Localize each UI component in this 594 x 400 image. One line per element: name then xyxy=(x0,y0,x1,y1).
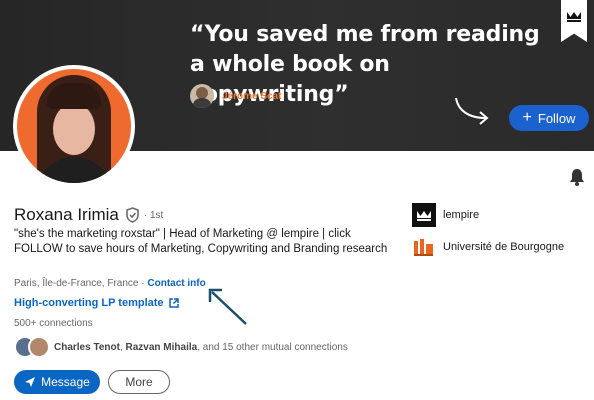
connection-degree: · 1st xyxy=(143,209,164,221)
contact-info-link[interactable]: Contact info xyxy=(147,278,205,289)
plus-icon: + xyxy=(522,109,532,126)
profile-name: Roxana Irimia xyxy=(14,205,119,224)
banner-follow-button[interactable]: + Follow xyxy=(509,105,589,131)
website-link[interactable]: High-converting LP template xyxy=(14,297,179,309)
banner-follow-label: Follow xyxy=(537,110,576,126)
profile-headline: "she's the marketing roxstar" | Head of … xyxy=(14,228,388,255)
profile-experience-summary: lempire Université de Bourgogne xyxy=(412,203,564,267)
author-name: Jérome Scat xyxy=(222,90,282,102)
quote-author: Jérome Scat xyxy=(190,84,281,108)
mutual-connections-text: Charles Tenot, Razvan Mihaila, and 15 ot… xyxy=(54,341,348,353)
message-label: Message xyxy=(41,375,90,389)
message-button[interactable]: Message xyxy=(14,370,100,394)
external-link-icon xyxy=(168,298,179,308)
sidebar-item-lempire[interactable]: lempire xyxy=(412,203,564,227)
author-avatar xyxy=(190,84,214,108)
crown-icon xyxy=(561,0,587,42)
curved-arrow-icon xyxy=(455,97,489,125)
banner-quote-line1: “You saved me from reading xyxy=(190,22,540,47)
university-logo xyxy=(412,235,436,259)
pointer-arrow-icon xyxy=(208,288,247,325)
avatar xyxy=(28,336,50,358)
website-label: High-converting LP template xyxy=(14,297,164,309)
shield-check-icon[interactable] xyxy=(125,207,140,223)
mutual-connections[interactable]: Charles Tenot, Razvan Mihaila, and 15 ot… xyxy=(14,336,348,358)
sidebar-item-university[interactable]: Université de Bourgogne xyxy=(412,235,564,259)
more-button[interactable]: More xyxy=(108,370,170,394)
profile-name-row: Roxana Irimia · 1st xyxy=(14,205,163,225)
profile-photo xyxy=(17,69,131,183)
send-icon xyxy=(25,377,36,387)
mutual-name-1: Charles Tenot xyxy=(54,341,120,353)
bell-icon[interactable] xyxy=(569,168,585,186)
mutual-avatars xyxy=(14,336,54,358)
profile-location: Paris, Île-de-France, France · xyxy=(14,278,145,289)
more-label: More xyxy=(125,375,153,389)
mutual-name-2: Razvan Mihaila xyxy=(125,341,198,353)
mutual-rest: , and 15 other mutual connections xyxy=(197,341,348,353)
profile-avatar[interactable] xyxy=(13,65,135,187)
profile-actions: Message More xyxy=(14,370,170,394)
lempire-logo xyxy=(412,203,436,227)
sidebar-item-label: Université de Bourgogne xyxy=(443,241,565,253)
sidebar-item-label: lempire xyxy=(443,209,480,221)
location-row: Paris, Île-de-France, France · Contact i… xyxy=(14,278,206,289)
connections-count[interactable]: 500+ connections xyxy=(14,318,93,329)
